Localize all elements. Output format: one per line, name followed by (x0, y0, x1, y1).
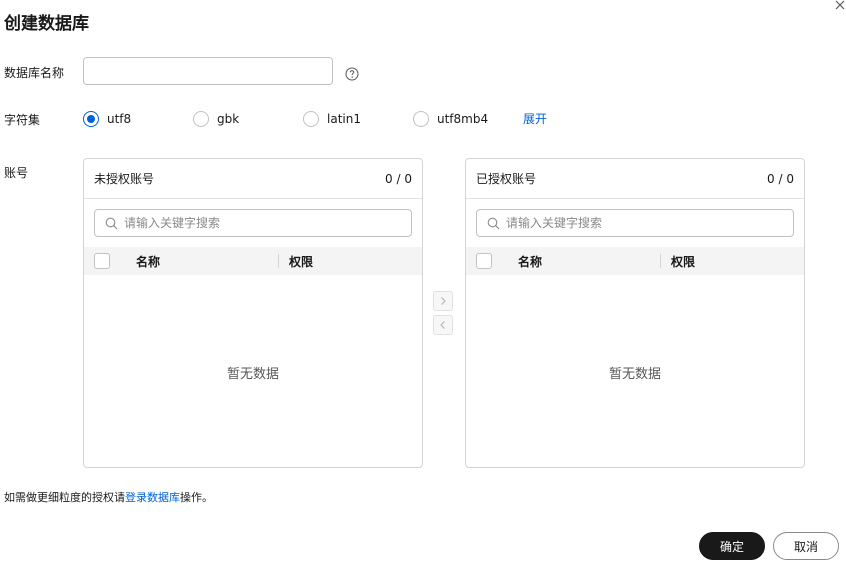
search-icon (487, 217, 500, 229)
column-name-header: 名称 (136, 254, 161, 269)
note-suffix: 操作。 (180, 491, 213, 504)
move-left-button[interactable] (433, 315, 453, 335)
charset-radio-utf8[interactable]: utf8 (83, 111, 131, 127)
empty-state: 暂无数据 (226, 367, 279, 382)
right-search-box[interactable] (476, 209, 794, 237)
db-name-label: 数据库名称 (4, 66, 65, 80)
close-icon[interactable] (833, 0, 846, 12)
unauthorized-panel: 未授权账号 0 / 0 名称 权限 暂无数据 (83, 158, 423, 468)
panel-title: 未授权账号 (94, 172, 155, 186)
panel-header: 未授权账号 0 / 0 (84, 159, 422, 199)
cancel-button[interactable]: 取消 (773, 532, 839, 560)
login-database-link[interactable]: 登录数据库 (125, 491, 180, 504)
select-all-checkbox[interactable] (94, 253, 110, 269)
panel-count: 0 / 0 (385, 171, 412, 186)
confirm-button[interactable]: 确定 (699, 532, 765, 560)
panel-title: 已授权账号 (476, 172, 537, 186)
table-header: 名称 权限 (466, 247, 804, 275)
radio-label: latin1 (327, 112, 361, 126)
left-search-box[interactable] (94, 209, 412, 237)
empty-state: 暂无数据 (608, 367, 661, 382)
select-all-checkbox[interactable] (476, 253, 492, 269)
db-name-input[interactable] (83, 57, 333, 85)
right-search-input[interactable] (506, 216, 786, 230)
charset-label: 字符集 (4, 113, 41, 127)
move-right-button[interactable] (433, 291, 453, 311)
left-search-input[interactable] (124, 216, 404, 230)
radio-indicator (413, 111, 429, 127)
chevron-right-icon (441, 297, 446, 305)
account-label: 账号 (4, 166, 29, 180)
table-header: 名称 权限 (84, 247, 422, 275)
radio-label: gbk (217, 112, 240, 126)
authorized-panel: 已授权账号 0 / 0 名称 权限 暂无数据 (465, 158, 805, 468)
radio-checked-indicator (83, 111, 99, 127)
panel-count: 0 / 0 (767, 171, 794, 186)
radio-indicator (193, 111, 209, 127)
radio-indicator (303, 111, 319, 127)
footer-note: 如需做更细粒度的授权请登录数据库操作。 (4, 489, 213, 505)
help-icon[interactable] (345, 67, 359, 81)
column-permission-header: 权限 (671, 254, 696, 269)
expand-link[interactable]: 展开 (523, 111, 547, 127)
column-name-header: 名称 (518, 254, 543, 269)
charset-radio-gbk[interactable]: gbk (193, 111, 239, 127)
dialog-title: 创建数据库 (4, 14, 89, 34)
column-divider (660, 254, 661, 268)
search-icon (105, 217, 118, 229)
radio-label: utf8mb4 (437, 112, 489, 126)
column-permission-header: 权限 (289, 254, 314, 269)
charset-radio-utf8mb4[interactable]: utf8mb4 (413, 111, 488, 127)
chevron-left-icon (440, 321, 445, 329)
radio-label: utf8 (107, 112, 132, 126)
charset-radio-latin1[interactable]: latin1 (303, 111, 361, 127)
note-prefix: 如需做更细粒度的授权请 (4, 491, 125, 504)
panel-header: 已授权账号 0 / 0 (466, 159, 804, 199)
column-divider (278, 254, 279, 268)
